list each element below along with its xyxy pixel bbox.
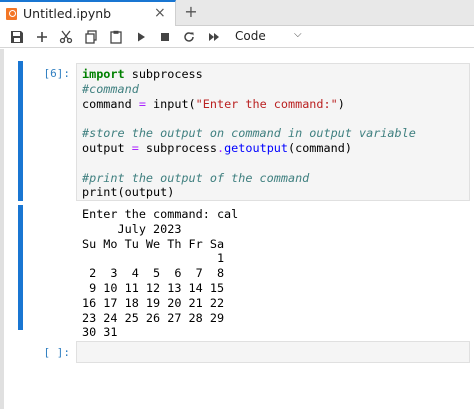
save-icon[interactable] bbox=[8, 28, 26, 46]
panel-edge bbox=[0, 49, 4, 409]
notebook-panel: [6]: import subprocess #command command = … bbox=[0, 49, 474, 409]
code-token: #command bbox=[82, 81, 139, 96]
fast-forward-icon[interactable] bbox=[205, 28, 223, 46]
output-line: July 2023 bbox=[82, 221, 182, 236]
output-text: Enter the command: cal July 2023 Su Mo Tu… bbox=[82, 207, 238, 340]
code-cell-input[interactable]: import subprocess #command command = input… bbox=[76, 63, 470, 201]
output-collapser[interactable] bbox=[18, 205, 23, 330]
code-token: command bbox=[82, 96, 139, 111]
output-line: 9 10 11 12 13 14 15 bbox=[82, 280, 225, 295]
code-token: . bbox=[216, 140, 225, 155]
code-token: subprocess bbox=[138, 140, 217, 155]
code-token: output bbox=[82, 140, 132, 155]
code-line: import subprocess bbox=[82, 67, 416, 82]
output-line: Su Mo Tu We Th Fr Sa bbox=[82, 236, 225, 251]
tab-title: Untitled.ipynb bbox=[23, 6, 112, 21]
code-line: output = subprocess.getoutput(command) bbox=[82, 141, 416, 156]
code-cell-output: Enter the command: cal July 2023 Su Mo Tu… bbox=[76, 203, 470, 339]
new-tab-button[interactable]: + bbox=[181, 2, 201, 22]
output-line: 1 bbox=[82, 251, 225, 266]
code-token: "Enter the command:" bbox=[195, 96, 338, 111]
input-collapser[interactable] bbox=[18, 61, 23, 201]
code-token: import bbox=[82, 67, 125, 81]
output-line: Enter the command: cal bbox=[82, 207, 239, 221]
code-token: print(output) bbox=[82, 185, 175, 200]
paste-icon[interactable] bbox=[107, 28, 125, 46]
cell-type-value: Code bbox=[235, 29, 266, 43]
copy-icon[interactable] bbox=[82, 28, 100, 46]
close-tab-icon[interactable]: × bbox=[154, 5, 166, 21]
notebook-icon bbox=[6, 8, 17, 20]
code-line: #store the output on command in output v… bbox=[82, 126, 416, 141]
output-line: 2 3 4 5 6 7 8 bbox=[82, 266, 225, 281]
cell-type-select[interactable]: Code ⌵ bbox=[234, 29, 304, 45]
empty-cell-input[interactable] bbox=[76, 341, 470, 363]
code-line: print(output) bbox=[82, 185, 416, 200]
notebook-toolbar: Code ⌵ bbox=[0, 26, 474, 48]
chevron-down-icon: ⌵ bbox=[294, 29, 302, 40]
run-icon[interactable] bbox=[132, 28, 150, 46]
output-line: 23 24 25 26 27 28 29 bbox=[82, 310, 225, 325]
tab-bar: Untitled.ipynb × + bbox=[0, 0, 474, 26]
code-line: #command bbox=[82, 82, 416, 97]
output-line: 16 17 18 19 20 21 22 bbox=[82, 295, 225, 310]
cut-icon[interactable] bbox=[57, 28, 75, 46]
code-token: #store the output on command in output v… bbox=[82, 126, 416, 141]
code-token: (command) bbox=[288, 140, 352, 155]
code-token: = bbox=[131, 140, 139, 155]
notebook-tab[interactable]: Untitled.ipynb × bbox=[0, 0, 176, 26]
code-token: getoutput bbox=[224, 140, 288, 155]
code-line: command = input("Enter the command:") bbox=[82, 97, 416, 112]
stop-icon[interactable] bbox=[156, 28, 174, 46]
output-line: 30 31 bbox=[82, 325, 118, 340]
code-token: = bbox=[138, 96, 146, 111]
code-token: ) bbox=[337, 96, 345, 111]
add-cell-icon[interactable] bbox=[33, 28, 51, 46]
code-editor[interactable]: import subprocess #command command = input… bbox=[82, 67, 416, 200]
code-token: #print the output of the command bbox=[82, 170, 310, 185]
input-prompt: [6]: bbox=[43, 67, 71, 80]
restart-icon[interactable] bbox=[180, 28, 198, 46]
code-line: #print the output of the command bbox=[82, 171, 416, 186]
code-token: input( bbox=[145, 96, 196, 111]
empty-cell-prompt: [ ]: bbox=[43, 346, 71, 359]
code-token: subprocess bbox=[124, 67, 203, 81]
